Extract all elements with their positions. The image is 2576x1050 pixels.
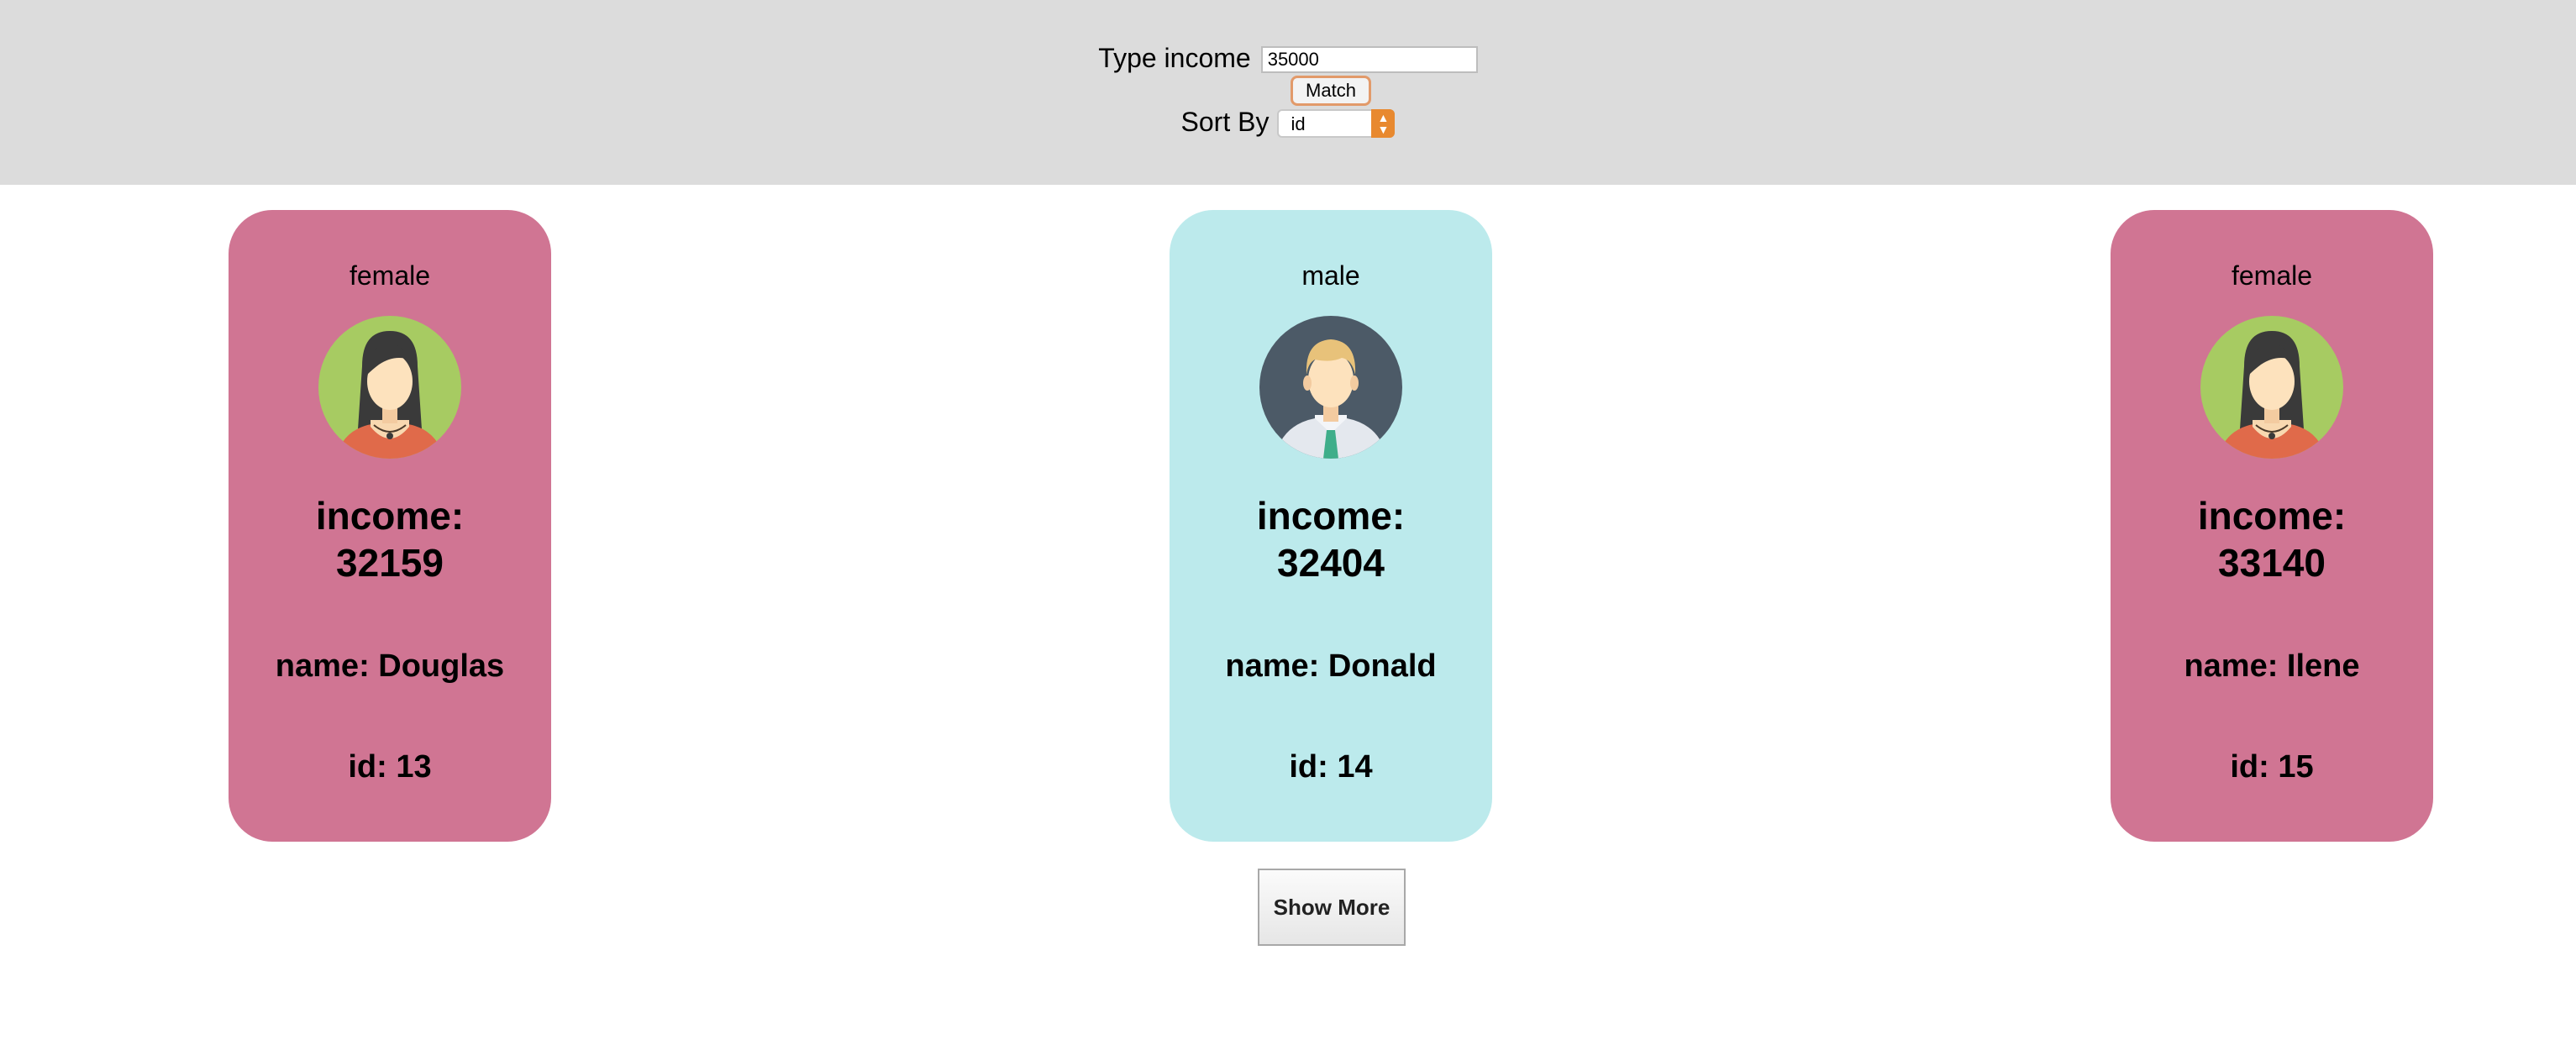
income-input[interactable] xyxy=(1260,46,1478,73)
match-button[interactable]: Match xyxy=(1291,76,1371,106)
income-amount: 33140 xyxy=(2218,541,2326,585)
income-value: income: 33140 xyxy=(2111,492,2433,586)
income-row: Type income xyxy=(0,42,2576,74)
income-label: Type income xyxy=(1098,43,1251,73)
sort-select[interactable]: id ▲ ▼ xyxy=(1277,109,1396,138)
income-value: income: 32404 xyxy=(1170,492,1492,586)
person-id: id: 13 xyxy=(348,749,432,785)
select-updown-icon: ▲ ▼ xyxy=(1371,109,1396,138)
income-caption: income: xyxy=(2197,494,2347,538)
sort-select-value: id xyxy=(1291,113,1306,134)
filter-bar: Type income Match Sort By id ▲▼ xyxy=(0,0,2576,185)
person-name: name: Donald xyxy=(1225,648,1437,684)
income-caption: income: xyxy=(1256,494,1406,538)
female-avatar-icon xyxy=(2200,316,2343,459)
sort-row: Sort By id ▲ ▼ xyxy=(0,106,2576,138)
person-id: id: 14 xyxy=(1289,749,1373,785)
person-name: name: Douglas xyxy=(275,648,505,684)
income-amount: 32159 xyxy=(336,541,444,585)
income-caption: income: xyxy=(315,494,465,538)
show-more-button[interactable]: Show More xyxy=(1258,869,1406,946)
person-card: female income: 32159 name: Douglas id: 1… xyxy=(229,210,551,842)
gender-label: female xyxy=(349,260,431,291)
income-value: income: 32159 xyxy=(229,492,551,586)
income-amount: 32404 xyxy=(1277,541,1385,585)
gender-label: female xyxy=(2231,260,2313,291)
person-id: id: 15 xyxy=(2230,749,2314,785)
female-avatar-icon xyxy=(318,316,461,459)
male-avatar-icon xyxy=(1259,316,1402,459)
person-card: female income: 33140 name: Ilene id: 15 xyxy=(2111,210,2433,842)
person-name: name: Ilene xyxy=(2184,648,2360,684)
sort-label: Sort By xyxy=(1180,107,1270,137)
person-card: male income: 32404 name: Donald id: 14 xyxy=(1170,210,1492,842)
gender-label: male xyxy=(1301,260,1360,291)
